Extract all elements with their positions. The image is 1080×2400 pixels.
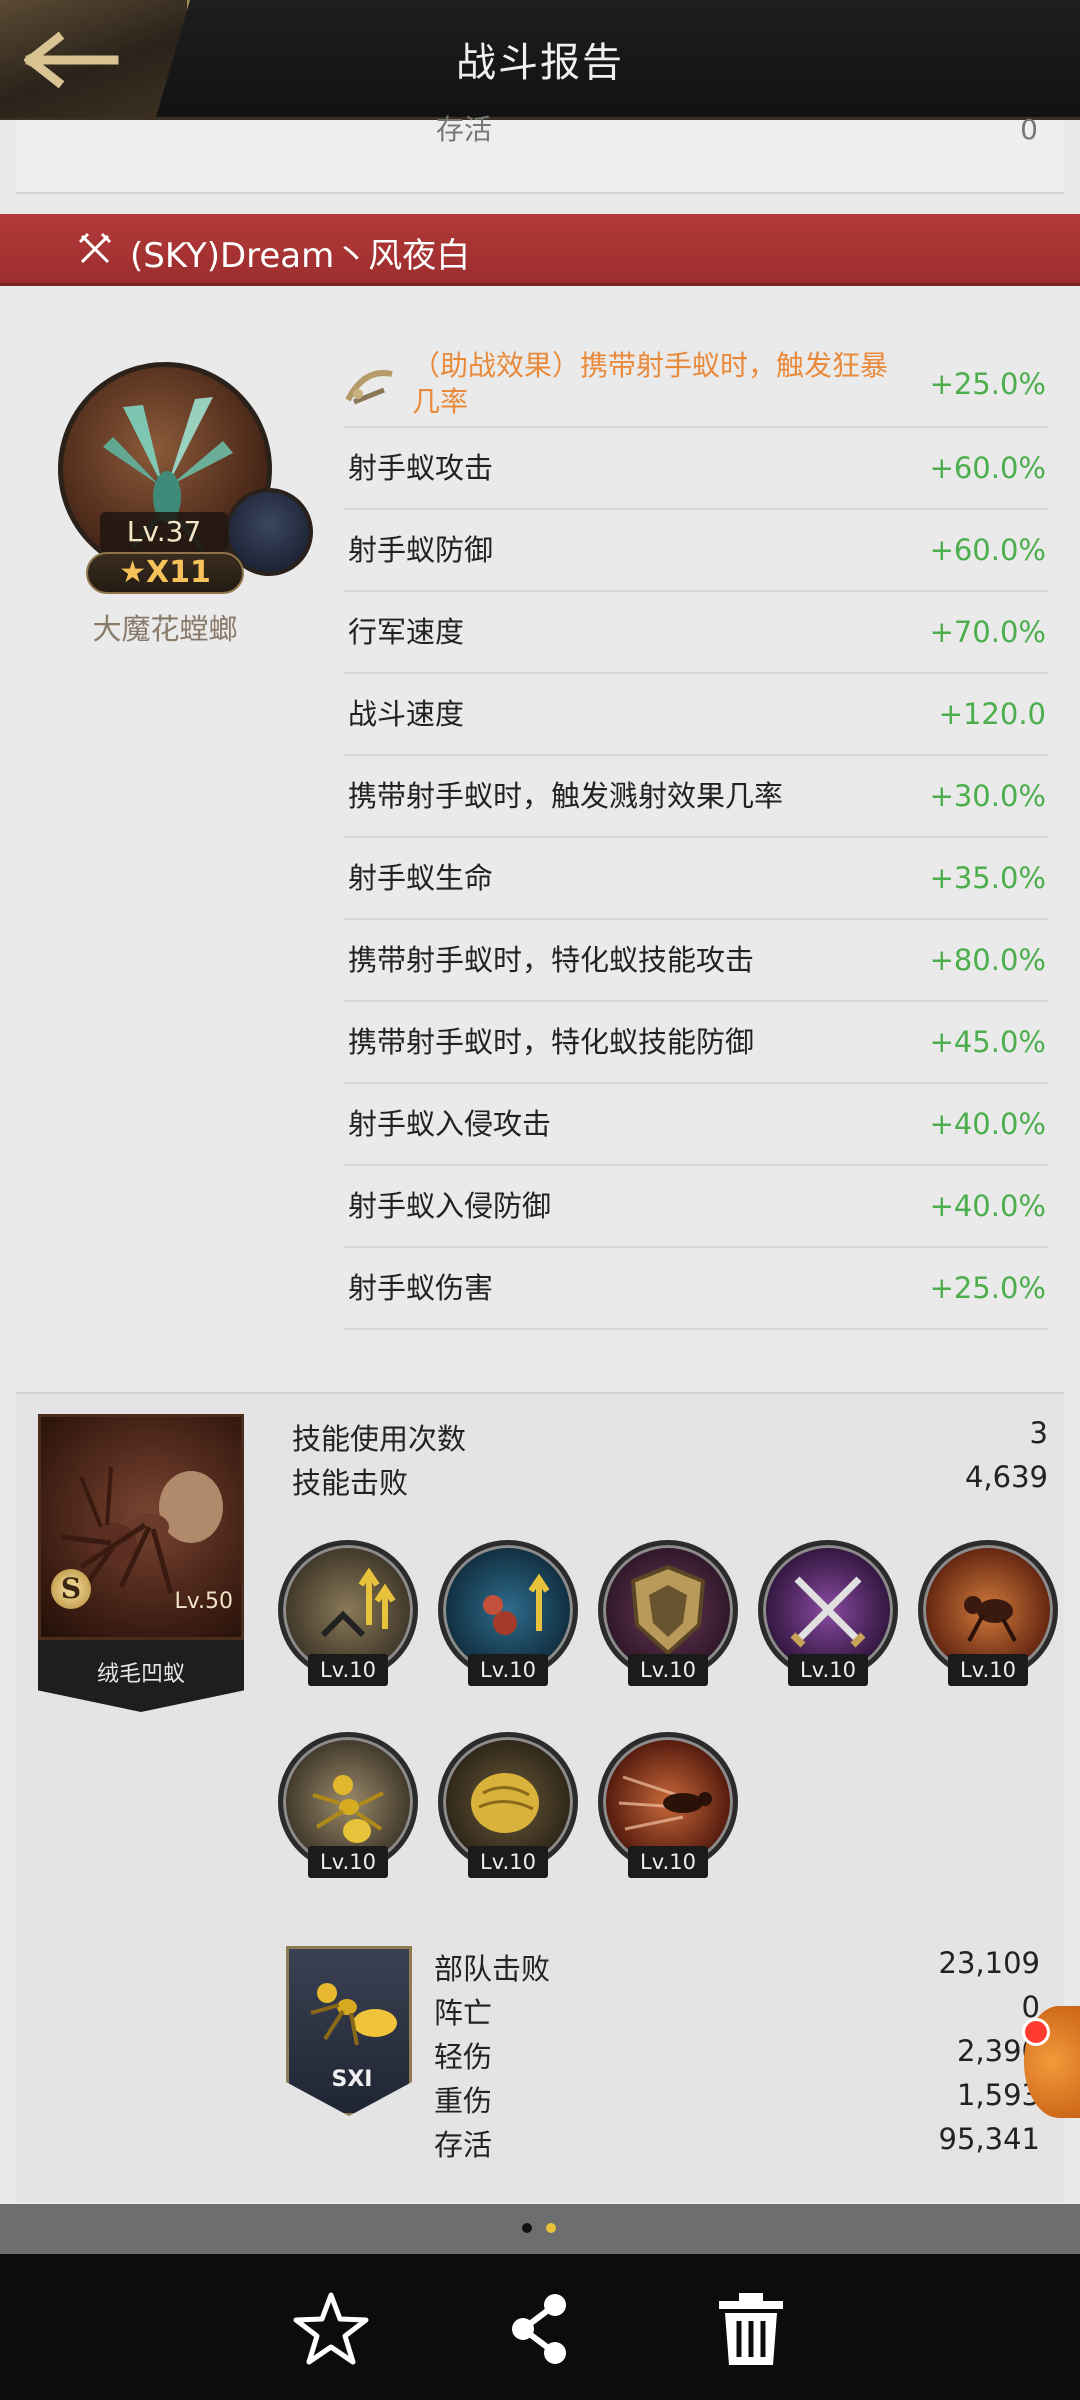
hero-star-count: ★X11 [86,552,244,594]
stat-row: 携带射手蚁时，特化蚁技能攻击 +80.0% [344,920,1048,1002]
stat-value: +25.0% [929,1271,1046,1305]
stat-label: 射手蚁入侵攻击 [348,1107,552,1141]
hero-level: Lv.37 [100,512,228,552]
player-name: (SKY)Dream丶风夜白 [130,236,471,276]
troop-survived-label: 存活 [434,2128,493,2162]
share-icon [512,2294,566,2364]
stat-label: 战斗速度 [348,697,465,731]
skill-level: Lv.10 [468,1654,548,1686]
hero-stat-list: （助战效果）携带射手蚁时，触发狂暴几率 +25.0% 射手蚁攻击 +60.0% … [344,342,1048,1330]
stat-value: +60.0% [929,533,1046,567]
stat-label: 携带射手蚁时，特化蚁技能攻击 [348,943,755,977]
skill-uses-label: 技能使用次数 [292,1422,467,1456]
troop-kills-label: 部队击败 [434,1952,551,1986]
special-ant-card[interactable]: S Lv.50 绒毛凹蚁 [38,1414,244,1712]
stat-value: +25.0% [929,367,1046,401]
stat-value: +60.0% [929,451,1046,485]
stat-row: 射手蚁入侵防御 +40.0% [344,1166,1048,1248]
stat-label: 射手蚁伤害 [348,1271,494,1305]
troop-kills-value: 23,109 [938,1946,1040,1980]
page-title: 战斗报告 [456,40,624,86]
stat-value: +40.0% [929,1107,1046,1141]
stat-value: +35.0% [929,861,1046,895]
stat-value: +45.0% [929,1025,1046,1059]
stat-row: 射手蚁防御 +60.0% [344,510,1048,592]
stat-row: 射手蚁生命 +35.0% [344,838,1048,920]
skill-slot-2[interactable]: Lv.10 [438,1540,578,1690]
skill-slot-8[interactable]: Lv.10 [598,1732,738,1882]
skill-level: Lv.10 [308,1654,388,1686]
crossed-swords-icon [78,232,112,264]
skill-level: Lv.10 [468,1846,548,1878]
stat-row-assist: （助战效果）携带射手蚁时，触发狂暴几率 +25.0% [344,342,1048,428]
skill-level: Lv.10 [628,1654,708,1686]
stat-label: 射手蚁防御 [348,533,494,567]
favorite-button[interactable] [286,2284,376,2374]
stat-row: 行军速度 +70.0% [344,592,1048,674]
troop-tier-tag: SXI [331,2067,373,2092]
page-indicator [0,2204,1080,2254]
player-banner: (SKY)Dream丶风夜白 [0,214,1080,286]
stat-row: 携带射手蚁时，触发溅射效果几率 +30.0% [344,756,1048,838]
bottom-toolbar [0,2254,1080,2400]
stat-label: （助战效果）携带射手蚁时，触发狂暴几率 [412,349,889,418]
troop-survived-value: 95,341 [938,2122,1040,2156]
troop-dead-label: 阵亡 [434,1996,493,2030]
prev-survived-label: 存活 [436,113,493,146]
skill-slot-1[interactable]: Lv.10 [278,1540,418,1690]
troop-heavy-wounded-label: 重伤 [434,2084,493,2118]
skill-slot-3[interactable]: Lv.10 [598,1540,738,1690]
stat-value: +120.0 [938,697,1046,731]
skill-level: Lv.10 [628,1846,708,1878]
stat-value: +40.0% [929,1189,1046,1223]
stat-row: 射手蚁伤害 +25.0% [344,1248,1048,1330]
skill-slot-6[interactable]: Lv.10 [278,1732,418,1882]
stat-label: 射手蚁生命 [348,861,494,895]
stat-row: 战斗速度 +120.0 [344,674,1048,756]
troop-light-wounded-label: 轻伤 [434,2040,493,2074]
ant-name: 绒毛凹蚁 [96,1662,185,1687]
skill-kills-label: 技能击败 [292,1466,409,1500]
stat-label: 射手蚁攻击 [348,451,494,485]
delete-button[interactable] [706,2284,796,2374]
share-button[interactable] [496,2284,586,2374]
stat-row: 射手蚁攻击 +60.0% [344,428,1048,510]
stat-value: +30.0% [929,779,1046,813]
skill-slot-5[interactable]: Lv.10 [918,1540,1058,1690]
top-bar: 战斗报告 [0,0,1080,120]
skill-slot-7[interactable]: Lv.10 [438,1732,578,1882]
stat-value: +80.0% [929,943,1046,977]
troop-card[interactable]: SXI [286,1946,412,2116]
stat-label: 行军速度 [348,615,465,649]
prev-survived-value: 0 [1020,113,1038,146]
assist-effect-icon [345,370,393,405]
hero-name: 大魔花螳螂 [92,612,238,646]
notification-dot [1022,2018,1050,2046]
stat-label: 携带射手蚁时，特化蚁技能防御 [348,1025,755,1059]
stat-value: +70.0% [929,615,1046,649]
stat-label: 携带射手蚁时，触发溅射效果几率 [348,779,784,813]
special-ant-image: S Lv.50 [38,1414,244,1640]
ant-rank-badge: S [51,1569,91,1609]
skill-slot-4[interactable]: Lv.10 [758,1540,898,1690]
star-icon [293,2292,369,2365]
previous-report-card: 存活 0 [16,113,1064,194]
stat-label: 射手蚁入侵防御 [348,1189,552,1223]
stat-row: 射手蚁入侵攻击 +40.0% [344,1084,1048,1166]
skill-level: Lv.10 [948,1654,1028,1686]
skill-level: Lv.10 [308,1846,388,1878]
trash-icon [719,2293,783,2365]
skill-level: Lv.10 [788,1654,868,1686]
stat-row: 携带射手蚁时，特化蚁技能防御 +45.0% [344,1002,1048,1084]
skill-kills-value: 4,639 [964,1460,1048,1494]
page-dot-active [522,2223,532,2233]
shooter-ant-icon [310,1983,397,2046]
ant-name-plate: 绒毛凹蚁 [38,1640,244,1712]
skill-uses-value: 3 [1029,1416,1048,1450]
page-dot[interactable] [546,2223,556,2233]
ant-level: Lv.50 [174,1589,233,1614]
